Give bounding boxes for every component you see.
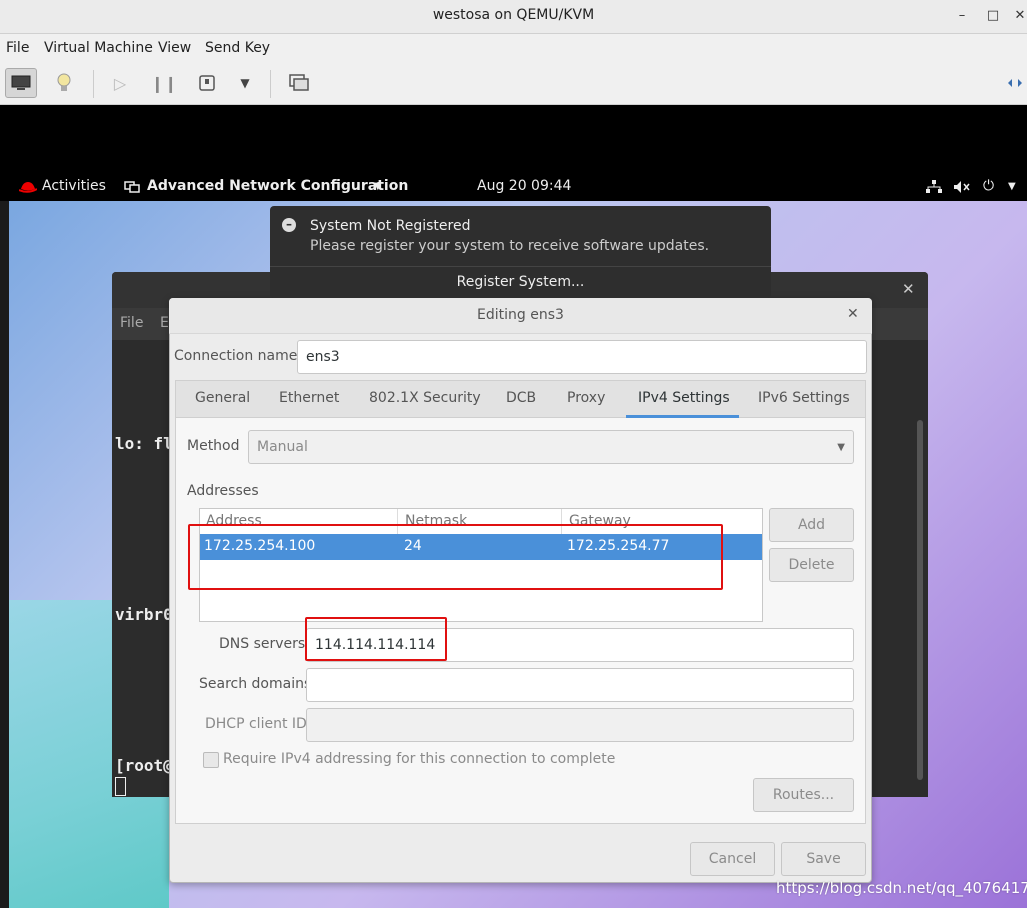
dialog-close-icon[interactable]: ✕	[847, 306, 859, 322]
dns-servers-label: DNS servers	[219, 636, 306, 652]
require-ipv4-label: Require IPv4 addressing for this connect…	[223, 751, 616, 767]
tab-8021x-security[interactable]: 802.1X Security	[369, 390, 481, 406]
volume-muted-icon[interactable]	[953, 180, 971, 198]
require-ipv4-checkbox[interactable]	[203, 752, 219, 768]
add-button[interactable]: Add	[769, 508, 854, 542]
addresses-label: Addresses	[187, 483, 259, 499]
shutdown-icon[interactable]	[191, 68, 223, 98]
routes-button[interactable]: Routes...	[753, 778, 854, 812]
search-domains-input[interactable]	[306, 668, 854, 702]
cancel-button[interactable]: Cancel	[690, 842, 775, 876]
app-menu-arrow-icon[interactable]: ▼	[374, 181, 382, 192]
tab-bar: General Ethernet 802.1X Security DCB Pro…	[175, 380, 866, 418]
connection-name-input[interactable]: ens3	[297, 340, 867, 374]
menu-send-key[interactable]: Send Key	[205, 40, 270, 56]
tab-dcb[interactable]: DCB	[506, 390, 536, 406]
watermark: https://blog.csdn.net/qq_40764171	[776, 879, 1027, 897]
tab-ipv4-settings[interactable]: IPv4 Settings	[638, 390, 730, 406]
save-button[interactable]: Save	[781, 842, 866, 876]
dialog-titlebar: Editing ens3 ✕	[169, 298, 872, 334]
system-menu-arrow-icon[interactable]: ▼	[1008, 181, 1016, 192]
terminal-menu-file[interactable]: File	[120, 315, 143, 331]
notification-title: System Not Registered	[310, 218, 471, 234]
dhcp-client-id-label: DHCP client ID	[205, 716, 307, 732]
annotation-box-addresses	[188, 524, 723, 590]
network-icon[interactable]	[926, 180, 942, 198]
annotation-box-dns	[305, 617, 447, 661]
connection-name-label: Connection name	[174, 348, 298, 364]
notification-icon: –	[282, 218, 296, 232]
tab-proxy[interactable]: Proxy	[567, 390, 605, 406]
app-icon	[124, 180, 140, 198]
register-system-button[interactable]: Register System...	[270, 266, 771, 298]
snapshots-icon[interactable]	[283, 68, 315, 98]
console-icon[interactable]	[5, 68, 37, 98]
dhcp-client-id-input	[306, 708, 854, 742]
menu-view[interactable]: View	[158, 40, 191, 56]
notification-banner: – System Not Registered Please register …	[270, 206, 771, 298]
app-menu[interactable]: Advanced Network Configuration	[147, 178, 408, 194]
terminal-scrollbar[interactable]	[917, 420, 923, 780]
chevron-down-icon: ▼	[837, 441, 845, 453]
pause-icon[interactable]: ❙❙	[148, 68, 180, 98]
activities-button[interactable]: Activities	[42, 178, 106, 194]
fullscreen-icon[interactable]	[1002, 68, 1027, 98]
toolbar: ▷ ❙❙ ▼	[0, 62, 1027, 105]
clock[interactable]: Aug 20 09:44	[477, 178, 571, 194]
method-value: Manual	[257, 439, 308, 455]
window-title: westosa on QEMU/KVM	[432, 7, 595, 23]
terminal-menu-edit[interactable]: E	[160, 315, 169, 331]
shutdown-dropdown-icon[interactable]: ▼	[229, 68, 261, 98]
menu-virtual-machine[interactable]: Virtual Machine	[44, 40, 153, 56]
minimize-button[interactable]: –	[954, 7, 970, 25]
search-domains-label: Search domains	[199, 676, 312, 692]
menubar: File Virtual Machine View Send Key	[0, 34, 1027, 62]
vm-display-top	[0, 105, 1027, 175]
terminal-prompt: [root@	[115, 756, 173, 775]
terminal-line: lo: fl	[115, 434, 173, 453]
terminal-line: virbr0	[115, 605, 173, 624]
terminal-cursor	[115, 777, 126, 796]
tab-ipv6-settings[interactable]: IPv6 Settings	[758, 390, 850, 406]
terminal-close-icon[interactable]: ✕	[902, 280, 915, 298]
details-lightbulb-icon[interactable]	[48, 68, 80, 98]
tab-ethernet[interactable]: Ethernet	[279, 390, 339, 406]
close-button[interactable]: ✕	[1012, 7, 1027, 25]
method-label: Method	[187, 438, 240, 454]
delete-button[interactable]: Delete	[769, 548, 854, 582]
menu-file[interactable]: File	[6, 40, 29, 56]
tab-general[interactable]: General	[195, 390, 250, 406]
method-dropdown[interactable]: Manual ▼	[248, 430, 854, 464]
dialog-title: Editing ens3	[477, 307, 564, 323]
window-titlebar: westosa on QEMU/KVM – □ ✕	[0, 0, 1027, 34]
gnome-top-bar: Activities Advanced Network Configuratio…	[0, 175, 1027, 201]
notification-body: Please register your system to receive s…	[310, 238, 710, 254]
redhat-logo-icon	[18, 180, 38, 198]
maximize-button[interactable]: □	[985, 7, 1001, 25]
power-icon[interactable]: ⏻	[983, 178, 994, 194]
run-icon[interactable]: ▷	[104, 68, 136, 98]
